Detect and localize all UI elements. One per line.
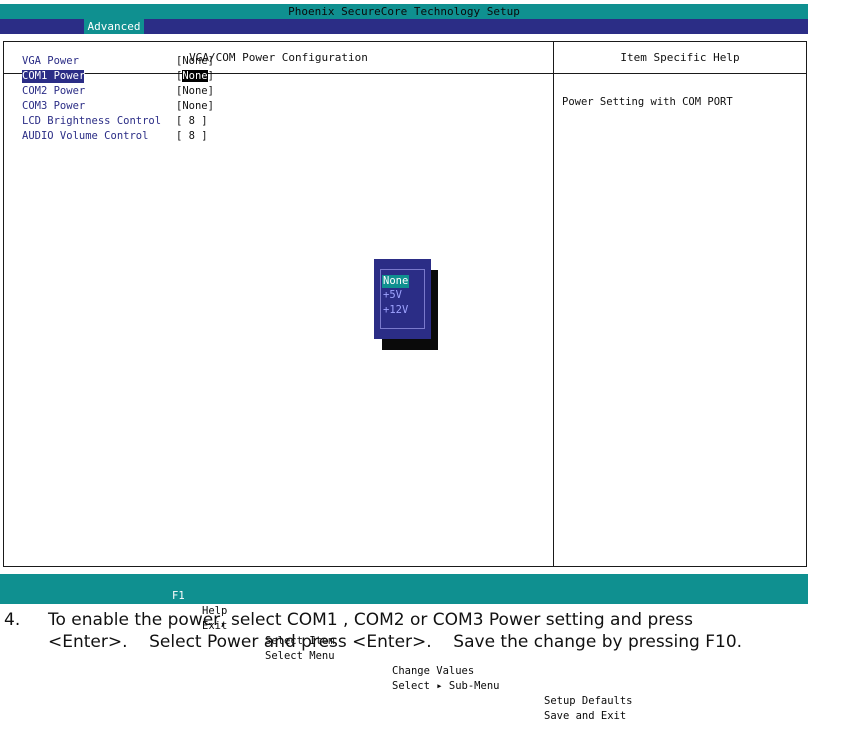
setting-value[interactable]: [ 8 ] (176, 114, 208, 129)
setting-lcd-brightness[interactable]: LCD Brightness Control [ 8 ] (22, 114, 322, 129)
setting-label: COM3 Power (22, 100, 86, 112)
key-desc: Setup Defaults (544, 695, 633, 707)
key-desc: Select ▸ Sub-Menu (392, 680, 500, 692)
key-desc: Save and Exit (544, 710, 627, 722)
step-number: 4. (4, 610, 21, 630)
setting-value[interactable]: [None] (176, 99, 214, 114)
tab-advanced[interactable]: Advanced (84, 19, 144, 34)
setting-vga-power[interactable]: VGA Power [None] (22, 54, 322, 69)
settings-list: VGA Power [None] COM1 Power [None] COM2 … (22, 54, 322, 144)
help-panel-title: Item Specific Help (554, 42, 806, 74)
bios-setup-screen: Phoenix SecureCore Technology Setup Adva… (0, 0, 808, 722)
setting-value[interactable]: [ 8 ] (176, 129, 208, 144)
setting-com2-power[interactable]: COM2 Power [None] (22, 84, 322, 99)
popup-option-5v[interactable]: +5V (383, 289, 402, 302)
key-f10: F10 (512, 695, 531, 707)
setting-value[interactable]: [None] (176, 84, 214, 99)
key-f9: F9 (512, 680, 525, 692)
key-help-bar: F1 Help ↑↓ Select Item +/- Change Values… (0, 574, 808, 722)
setting-label: VGA Power (22, 55, 79, 67)
setting-value-highlight: None (182, 70, 208, 82)
setting-label: AUDIO Volume Control (22, 130, 149, 142)
tab-bar: Advanced (0, 19, 808, 34)
instruction-line-2: <Enter>. Select Power and press <Enter>.… (48, 632, 743, 652)
key-enter: Enter (348, 665, 380, 677)
setting-com3-power[interactable]: COM3 Power [None] (22, 99, 322, 114)
popup-option-none[interactable]: None (382, 275, 410, 288)
popup-option-12v[interactable]: +12V (383, 304, 408, 317)
key-desc: Change Values (392, 665, 475, 677)
setting-label: COM2 Power (22, 85, 86, 97)
setting-com1-power[interactable]: COM1 Power [None] (22, 69, 322, 84)
value-popup[interactable]: None +5V +12V (374, 259, 431, 339)
setting-audio-volume[interactable]: AUDIO Volume Control [ 8 ] (22, 129, 322, 144)
setting-label: COM1 Power (22, 70, 86, 82)
setting-value[interactable]: [None] (176, 69, 214, 84)
instruction-line-1: To enable the power, select COM1 , COM2 … (48, 610, 694, 630)
help-text: Power Setting with COM PORT (562, 96, 733, 108)
help-panel: Item Specific Help Power Setting with CO… (554, 41, 807, 567)
setting-value[interactable]: [None] (176, 54, 214, 69)
app-title: Phoenix SecureCore Technology Setup (0, 4, 808, 19)
key-f1: F1 (172, 590, 185, 602)
setting-label: LCD Brightness Control (22, 115, 162, 127)
